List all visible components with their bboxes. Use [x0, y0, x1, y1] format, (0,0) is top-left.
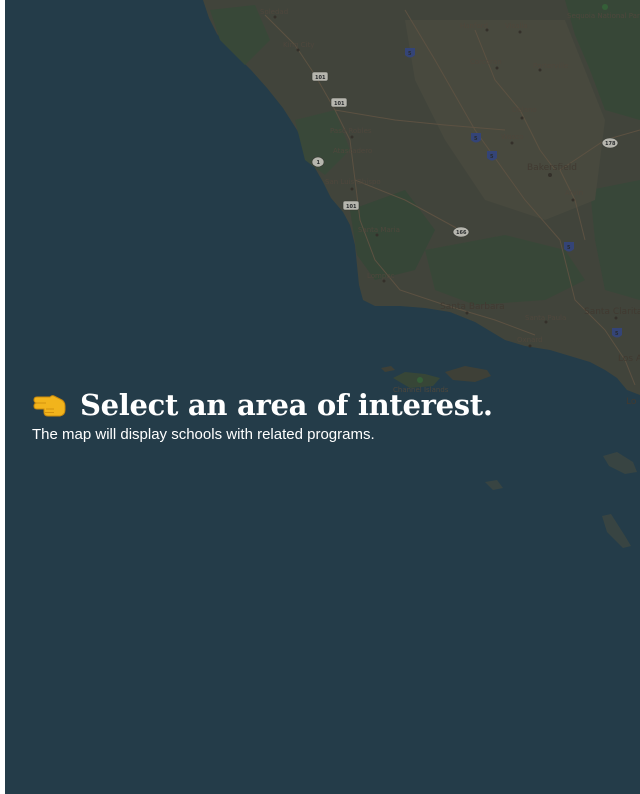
pointing-hand-icon	[33, 395, 66, 417]
instruction-headline: Select an area of interest.	[32, 388, 632, 422]
map-view[interactable]: Soledad King City Hanford Visalia Sequoi…	[5, 0, 640, 794]
instruction-overlay: Select an area of interest. The map will…	[32, 388, 632, 443]
instruction-title: Select an area of interest.	[80, 388, 493, 422]
instruction-subtitle: The map will display schools with relate…	[32, 426, 375, 443]
